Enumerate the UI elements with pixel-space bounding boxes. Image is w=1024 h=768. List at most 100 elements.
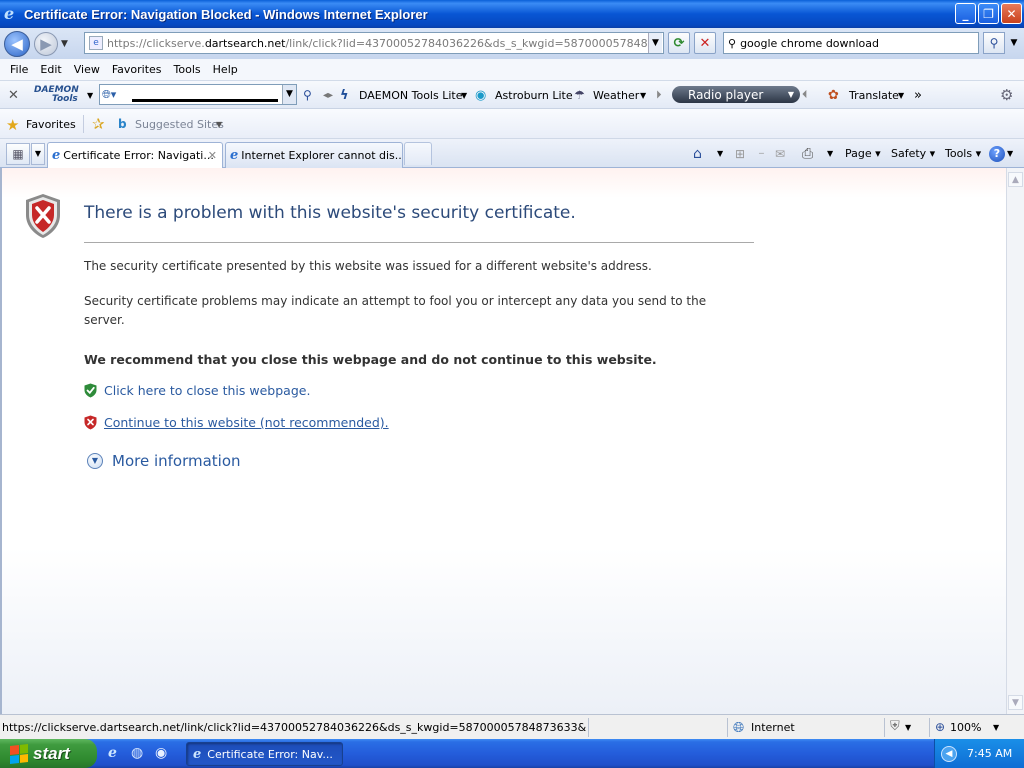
print-dropdown-icon[interactable]: ▼ bbox=[827, 139, 833, 168]
add-to-favorites-icon[interactable]: ✰ bbox=[92, 115, 105, 133]
quicklaunch-ie-icon[interactable]: e bbox=[108, 745, 117, 761]
address-row: ◀ ▶ ▼ e https://clickserve.dartsearch.ne… bbox=[0, 28, 1024, 59]
search-input[interactable]: ⚲ google chrome download bbox=[723, 32, 979, 54]
daemon-tools-icon[interactable]: ϟ bbox=[340, 81, 349, 109]
quicklaunch-media-icon[interactable]: ◉ bbox=[155, 745, 167, 761]
status-url: https://clickserve.dartsearch.net/link/c… bbox=[2, 721, 586, 734]
page-menu-button[interactable]: Page ▾ bbox=[845, 139, 881, 168]
window-title: Certificate Error: Navigation Blocked - … bbox=[24, 6, 428, 22]
refresh-button[interactable]: ⟳ bbox=[668, 32, 690, 54]
toolbar-search-input[interactable]: 🌐︎▾ ▼ bbox=[99, 84, 297, 105]
weather-dropdown-icon[interactable]: ▼ bbox=[640, 81, 646, 109]
address-url[interactable]: https://clickserve.dartsearch.net/link/c… bbox=[107, 37, 647, 50]
daemon-tools-button[interactable]: DAEMON Tools Lite bbox=[359, 81, 463, 109]
more-chevron-icon[interactable]: » bbox=[914, 81, 922, 109]
mail-icon[interactable]: ✉ bbox=[775, 139, 785, 168]
help-dropdown-icon[interactable]: ▼ bbox=[1007, 139, 1013, 168]
taskbar-item-ie[interactable]: e Certificate Error: Nav... bbox=[186, 742, 343, 766]
tab-list-dropdown-icon[interactable]: ▼ bbox=[31, 143, 45, 165]
stop-button[interactable]: ✕ bbox=[694, 32, 716, 54]
zoom-icon[interactable]: ⊕ bbox=[935, 720, 945, 734]
favorites-bar: ★ Favorites ✰ b Suggested Sites ▼ bbox=[0, 109, 1024, 139]
gear-icon[interactable]: ⚙ bbox=[1000, 81, 1013, 109]
vertical-scrollbar[interactable]: ▲ ▼ bbox=[1006, 168, 1024, 714]
tab-certificate-error[interactable]: e Certificate Error: Navigati... ✕ bbox=[47, 142, 223, 168]
toolbar-search-dropdown-icon[interactable]: ▼ bbox=[282, 85, 296, 104]
astroburn-icon[interactable]: ◉ bbox=[475, 81, 486, 109]
address-bar[interactable]: e https://clickserve.dartsearch.net/link… bbox=[84, 32, 664, 54]
quick-tabs-icon[interactable]: ▦ bbox=[6, 143, 30, 165]
history-dropdown-icon[interactable]: ▼ bbox=[61, 39, 68, 49]
new-tab-button[interactable] bbox=[404, 142, 432, 165]
menu-file[interactable]: File bbox=[4, 63, 34, 76]
favorites-star-icon[interactable]: ★ bbox=[6, 116, 19, 134]
suggested-sites-button[interactable]: Suggested Sites bbox=[135, 118, 224, 131]
close-toolbar-icon[interactable]: ✕ bbox=[8, 81, 19, 109]
scroll-down-icon[interactable]: ▼ bbox=[1008, 695, 1023, 710]
daemon-menu-dropdown-icon[interactable]: ▼ bbox=[87, 81, 93, 109]
magnifier-icon[interactable]: ⚲ bbox=[303, 81, 312, 109]
menu-view[interactable]: View bbox=[68, 63, 106, 76]
address-dropdown-icon[interactable]: ▼ bbox=[648, 33, 662, 53]
quicklaunch-ie-alt-icon[interactable]: ◍ bbox=[131, 745, 143, 761]
radio-dropdown-icon[interactable]: ▼ bbox=[788, 90, 794, 99]
scroll-up-icon[interactable]: ▲ bbox=[1008, 172, 1023, 187]
translate-dropdown-icon[interactable]: ▼ bbox=[898, 81, 904, 109]
back-button[interactable]: ◀ bbox=[4, 30, 30, 57]
continue-website-link[interactable]: Continue to this website (not recommende… bbox=[104, 415, 389, 430]
status-separator bbox=[727, 718, 728, 737]
protected-mode-dropdown-icon[interactable]: ▼ bbox=[905, 723, 911, 732]
print-icon[interactable]: ⎙ bbox=[802, 139, 813, 168]
close-webpage-option[interactable]: Click here to close this webpage. bbox=[84, 383, 310, 398]
separator bbox=[83, 115, 84, 133]
daemon-tools-logo[interactable]: DAEMON Tools bbox=[34, 81, 79, 109]
menu-favorites[interactable]: Favorites bbox=[106, 63, 168, 76]
search-options-dropdown-icon[interactable]: ▼ bbox=[1007, 32, 1021, 54]
zoom-level[interactable]: 100% bbox=[950, 721, 981, 734]
search-button[interactable]: ⚲ bbox=[983, 32, 1005, 54]
show-hidden-icons-icon[interactable]: ◀ bbox=[941, 745, 957, 762]
status-separator bbox=[884, 718, 885, 737]
clock[interactable]: 7:45 AM bbox=[967, 747, 1012, 760]
close-window-button[interactable]: ✕ bbox=[1001, 3, 1022, 24]
globe-icon[interactable]: 🌐︎▾ bbox=[102, 88, 116, 102]
menu-edit[interactable]: Edit bbox=[34, 63, 67, 76]
radio-prev-icon[interactable]: ⏵ bbox=[656, 81, 662, 109]
translate-button[interactable]: Translate bbox=[849, 81, 899, 109]
start-button[interactable]: start bbox=[0, 739, 97, 768]
close-webpage-link[interactable]: Click here to close this webpage. bbox=[104, 383, 310, 398]
translate-icon[interactable]: ✿ bbox=[828, 81, 839, 109]
radio-player-button[interactable]: Radio player ▼ bbox=[672, 86, 800, 103]
help-icon[interactable]: ? bbox=[989, 139, 1005, 168]
suggested-sites-dropdown-icon[interactable]: ▼ bbox=[216, 120, 222, 129]
security-zone-label[interactable]: Internet bbox=[751, 721, 795, 734]
home-icon[interactable]: ⌂ bbox=[693, 139, 702, 168]
favorites-button[interactable]: Favorites bbox=[26, 118, 76, 131]
zoom-dropdown-icon[interactable]: ▼ bbox=[993, 723, 999, 732]
resize-handle-icon[interactable]: ◂▸ bbox=[323, 81, 333, 109]
feeds-icon[interactable]: ⊞ bbox=[735, 139, 745, 168]
astroburn-button[interactable]: Astroburn Lite bbox=[495, 81, 573, 109]
forward-button[interactable]: ▶ bbox=[34, 31, 58, 56]
menu-help[interactable]: Help bbox=[207, 63, 244, 76]
protected-mode-icon[interactable]: ⛨ bbox=[890, 719, 900, 734]
tools-menu-button[interactable]: Tools ▾ bbox=[945, 139, 981, 168]
minimize-button[interactable]: _ bbox=[955, 3, 976, 24]
daemon-tools-dropdown-icon[interactable]: ▼ bbox=[461, 81, 467, 109]
internet-zone-icon: 🌐︎ bbox=[733, 720, 745, 736]
tab-label: Certificate Error: Navigati... bbox=[63, 149, 214, 162]
more-information-toggle[interactable]: ▼ More information bbox=[87, 452, 241, 470]
weather-button[interactable]: Weather bbox=[593, 81, 639, 109]
menu-tools[interactable]: Tools bbox=[168, 63, 207, 76]
error-warning: Security certificate problems may indica… bbox=[84, 294, 707, 327]
safety-menu-button[interactable]: Safety ▾ bbox=[891, 139, 935, 168]
home-dropdown-icon[interactable]: ▼ bbox=[717, 139, 723, 168]
radio-volume-icon[interactable]: ⏴ bbox=[802, 81, 808, 109]
feeds-dropdown-icon[interactable]: ─ bbox=[759, 139, 764, 168]
close-tab-icon[interactable]: ✕ bbox=[208, 149, 217, 162]
tab-ie-cannot-display[interactable]: e Internet Explorer cannot dis... bbox=[225, 142, 403, 168]
umbrella-icon[interactable]: ☂ bbox=[574, 81, 585, 109]
search-value[interactable]: google chrome download bbox=[740, 37, 879, 50]
continue-website-option[interactable]: Continue to this website (not recommende… bbox=[84, 415, 389, 430]
maximize-button[interactable]: ❐ bbox=[978, 3, 999, 24]
